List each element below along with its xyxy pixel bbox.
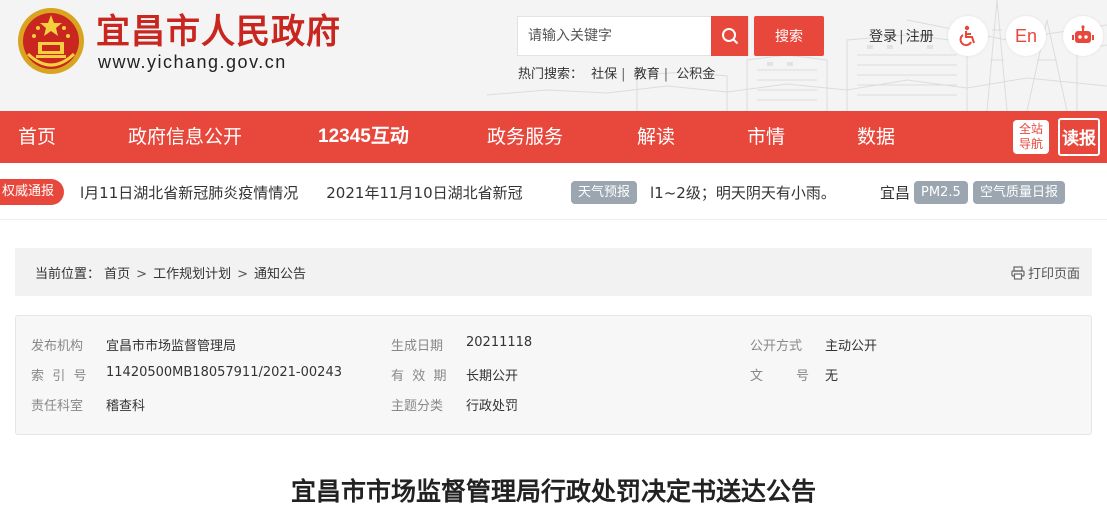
search-button[interactable]: 搜索 bbox=[754, 16, 824, 56]
breadcrumb-separator: > bbox=[136, 267, 148, 282]
news-item[interactable]: l月11日湖北省新冠肺炎疫情情况 bbox=[80, 181, 298, 205]
authority-notice-badge: 权威通报 bbox=[0, 179, 65, 205]
main-nav: 首页 政府信息公开 12345互动 政务服务 解读 市情 数据 bbox=[0, 111, 1107, 163]
search-box bbox=[517, 16, 749, 56]
nav-gov-info[interactable]: 政府信息公开 bbox=[128, 111, 242, 163]
breadcrumb-work-plan[interactable]: 工作规划计划 bbox=[153, 267, 231, 282]
search-input[interactable] bbox=[518, 17, 713, 55]
doc-number-label: 文 号 bbox=[750, 369, 810, 384]
breadcrumb-home[interactable]: 首页 bbox=[104, 267, 130, 282]
nav-services[interactable]: 政务服务 bbox=[487, 111, 563, 163]
accessibility-button[interactable] bbox=[948, 16, 988, 56]
index-value: 11420500MB18057911/2021-00243 bbox=[106, 365, 342, 380]
site-guide-button[interactable]: 全站 导航 bbox=[1013, 120, 1049, 154]
info-ticker: 权威通报 l月11日湖北省新冠肺炎疫情情况 2021年11月10日湖北省新冠 天气… bbox=[0, 163, 1107, 220]
publisher-value: 宜昌市市场监督管理局 bbox=[106, 339, 237, 354]
pm25-badge[interactable]: PM2.5 bbox=[914, 181, 968, 204]
dept-label: 责任科室 bbox=[31, 399, 84, 414]
publisher-label: 发布机构 bbox=[31, 339, 84, 354]
valid-label: 有 效 期 bbox=[391, 369, 447, 384]
date-label: 生成日期 bbox=[391, 339, 444, 354]
hot-search-label: 热门搜索： bbox=[518, 67, 584, 82]
hot-search: 热门搜索： 社保 | 教育 | 公积金 bbox=[518, 67, 716, 82]
valid-value: 长期公开 bbox=[466, 369, 519, 384]
robot-assistant-button[interactable] bbox=[1063, 16, 1103, 56]
hot-term-education[interactable]: 教育 bbox=[634, 67, 660, 82]
weather-badge: 天气预报 bbox=[571, 181, 638, 204]
breadcrumb: 当前位置： 首页 > 工作规划计划 > 通知公告 打印页面 bbox=[15, 248, 1092, 296]
wheelchair-icon bbox=[959, 25, 975, 47]
city-text: 宜昌 bbox=[880, 184, 910, 202]
doc-number-value: 无 bbox=[825, 369, 839, 384]
topic-label: 主题分类 bbox=[391, 399, 444, 414]
robot-icon bbox=[1072, 25, 1094, 43]
nav-home[interactable]: 首页 bbox=[18, 111, 56, 163]
news-item[interactable]: 2021年11月10日湖北省新冠 bbox=[326, 181, 522, 205]
newspaper-button[interactable]: 读报 bbox=[1058, 118, 1100, 156]
national-emblem-logo bbox=[18, 8, 84, 74]
nav-city-info[interactable]: 市情 bbox=[747, 111, 785, 163]
breadcrumb-notice[interactable]: 通知公告 bbox=[254, 267, 306, 282]
index-label: 索 引 号 bbox=[31, 369, 87, 384]
login-link[interactable]: 登录 bbox=[869, 29, 897, 45]
breadcrumb-prefix: 当前位置： bbox=[35, 267, 101, 282]
method-value: 主动公开 bbox=[825, 339, 878, 354]
login-register: 登录 | 注册 bbox=[869, 29, 934, 45]
hot-term-housing-fund[interactable]: 公积金 bbox=[676, 67, 715, 82]
news-ticker: l月11日湖北省新冠肺炎疫情情况 2021年11月10日湖北省新冠 bbox=[80, 181, 542, 205]
topic-value: 行政处罚 bbox=[466, 399, 519, 414]
print-label: 打印页面 bbox=[1027, 267, 1080, 282]
printer-icon bbox=[1011, 265, 1025, 280]
site-guide-line1: 全站 bbox=[1018, 122, 1043, 136]
air-quality-badge[interactable]: 空气质量日报 bbox=[973, 181, 1066, 204]
document-metadata: 发布机构 宜昌市市场监督管理局 生成日期 20211118 公开方式 主动公开 … bbox=[15, 315, 1092, 435]
weather-text: l1~2级；明天阴天有小雨。 bbox=[650, 184, 836, 202]
site-guide-line2: 导航 bbox=[1018, 137, 1043, 151]
nav-12345[interactable]: 12345互动 bbox=[318, 111, 409, 163]
search-icon-button[interactable] bbox=[711, 16, 748, 56]
print-page-button[interactable]: 打印页面 bbox=[1011, 263, 1080, 282]
register-link[interactable]: 注册 bbox=[906, 29, 934, 45]
search-icon bbox=[721, 28, 738, 45]
method-label: 公开方式 bbox=[750, 339, 803, 354]
site-url: www.yichang.gov.cn bbox=[98, 52, 287, 72]
nav-interpretation[interactable]: 解读 bbox=[637, 111, 675, 163]
article-title: 宜昌市市场监督管理局行政处罚决定书送达公告 bbox=[290, 477, 816, 506]
hot-term-social-security[interactable]: 社保 bbox=[591, 67, 617, 82]
english-version-button[interactable]: En bbox=[1006, 16, 1046, 56]
date-value: 20211118 bbox=[466, 335, 533, 350]
dept-value: 稽查科 bbox=[106, 399, 146, 414]
site-header: 宜昌市人民政府 www.yichang.gov.cn 搜索 热门搜索： 社保| … bbox=[0, 0, 1107, 111]
breadcrumb-separator: > bbox=[237, 267, 248, 282]
nav-data[interactable]: 数据 bbox=[857, 111, 895, 163]
site-title: 宜昌市人民政府 bbox=[96, 12, 341, 52]
